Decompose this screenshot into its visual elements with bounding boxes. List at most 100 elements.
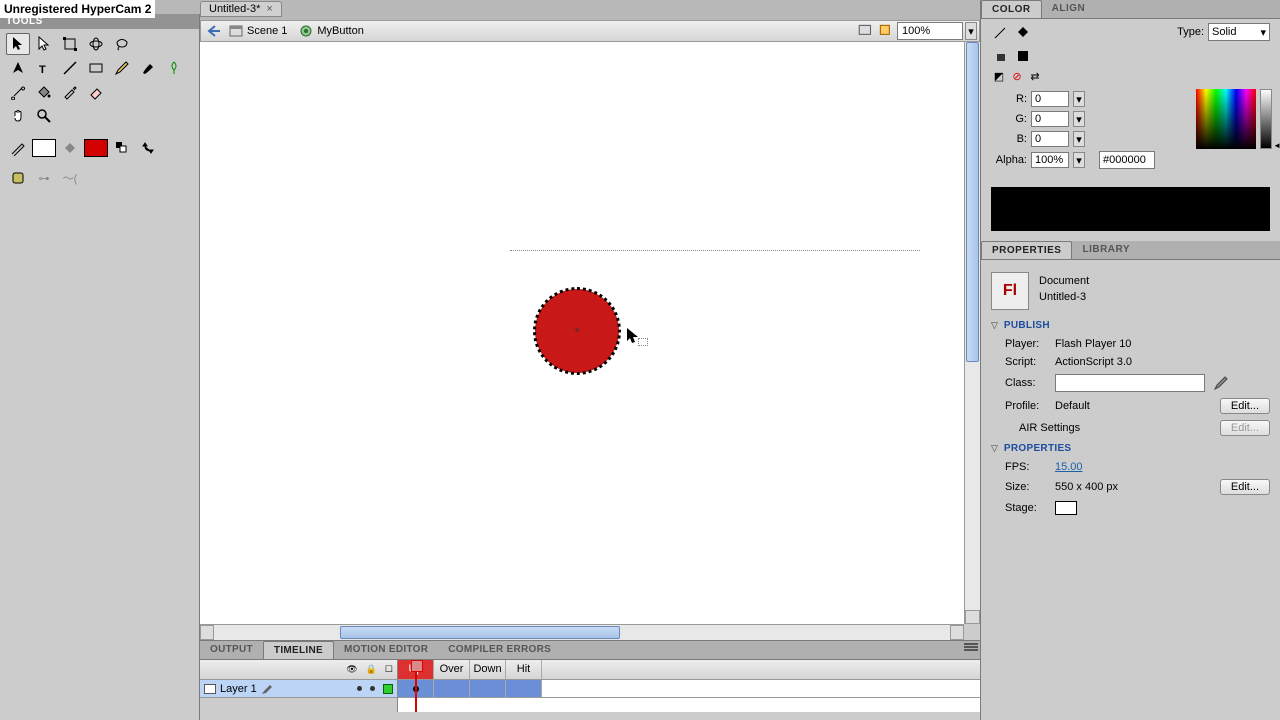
r-input[interactable] — [1031, 91, 1069, 107]
state-down[interactable]: Down — [470, 660, 506, 679]
smooth-icon[interactable]: 〜( — [58, 167, 82, 189]
edit-class-icon[interactable] — [1213, 375, 1229, 391]
color-chip-icon[interactable] — [1013, 47, 1033, 65]
circle-shape[interactable] — [535, 289, 619, 373]
layer-row[interactable]: Layer 1 — [200, 680, 397, 698]
alpha-stepper[interactable]: ▾ — [1073, 152, 1085, 168]
pen-tool[interactable] — [6, 57, 30, 79]
pencil-icon — [261, 683, 273, 695]
scrollbar-thumb[interactable] — [966, 42, 979, 362]
playhead[interactable] — [415, 660, 417, 712]
swap-icon[interactable]: ⇄ — [1027, 69, 1043, 83]
edit-scene-icon[interactable] — [857, 22, 875, 40]
panel-options-icon[interactable] — [964, 643, 978, 653]
stage-color-swatch[interactable] — [1055, 501, 1077, 515]
lasso-tool[interactable] — [110, 33, 134, 55]
outline-icon[interactable]: ☐ — [385, 664, 393, 675]
stroke-color-swatch[interactable] — [32, 139, 56, 157]
tab-timeline[interactable]: TIMELINE — [263, 641, 334, 659]
zoom-dropdown[interactable]: ▾ — [965, 22, 977, 40]
b-stepper[interactable]: ▾ — [1073, 131, 1085, 147]
properties-section-header[interactable]: ▽PROPERTIES — [991, 439, 1270, 458]
frame-hit[interactable] — [506, 680, 542, 697]
horizontal-scrollbar[interactable] — [200, 624, 964, 640]
b-input[interactable] — [1031, 131, 1069, 147]
state-hit[interactable]: Hit — [506, 660, 542, 679]
deco-tool[interactable] — [162, 57, 186, 79]
g-label: G: — [991, 113, 1027, 125]
tab-properties[interactable]: PROPERTIES — [981, 241, 1072, 259]
brush-tool[interactable] — [136, 57, 160, 79]
selection-tool[interactable] — [6, 33, 30, 55]
stage[interactable] — [200, 42, 964, 624]
lock-dot[interactable] — [370, 686, 375, 691]
tab-motion-editor[interactable]: MOTION EDITOR — [334, 641, 438, 659]
eyedropper-tool[interactable] — [58, 81, 82, 103]
bone-tool[interactable] — [6, 81, 30, 103]
r-stepper[interactable]: ▾ — [1073, 91, 1085, 107]
frame-down[interactable] — [470, 680, 506, 697]
breadcrumb-scene[interactable]: Scene 1 — [223, 24, 293, 38]
stroke-color-icon[interactable] — [6, 137, 30, 159]
vertical-scrollbar[interactable] — [964, 42, 980, 624]
tab-compiler-errors[interactable]: COMPILER ERRORS — [438, 641, 561, 659]
tab-color[interactable]: COLOR — [981, 0, 1042, 18]
scrollbar-thumb[interactable] — [340, 626, 620, 639]
scroll-down-button[interactable] — [965, 610, 980, 624]
edit-size-button[interactable]: Edit... — [1220, 479, 1270, 495]
hand-tool[interactable] — [6, 105, 30, 127]
rectangle-tool[interactable] — [84, 57, 108, 79]
publish-section-header[interactable]: ▽PUBLISH — [991, 316, 1270, 335]
edit-symbols-icon[interactable] — [877, 22, 895, 40]
zoom-tool[interactable] — [32, 105, 56, 127]
timeline-frames[interactable]: Up Over Down Hit — [398, 660, 980, 712]
tab-align[interactable]: ALIGN — [1042, 0, 1096, 18]
brightness-slider[interactable] — [1260, 89, 1272, 149]
subselection-tool[interactable] — [32, 33, 56, 55]
tab-output[interactable]: OUTPUT — [200, 641, 263, 659]
back-button[interactable] — [205, 23, 223, 39]
no-color-icon[interactable]: ⊘ — [1009, 69, 1025, 83]
ink-bottle-icon[interactable] — [991, 47, 1011, 65]
alpha-label: Alpha: — [991, 154, 1027, 166]
lock-icon[interactable]: 🔒 — [366, 664, 377, 675]
black-white-icon[interactable] — [110, 137, 134, 159]
visibility-dot[interactable] — [357, 686, 362, 691]
paint-bucket-tool[interactable] — [32, 81, 56, 103]
snap-icon[interactable]: ⊶ — [32, 167, 56, 189]
layer-name: Layer 1 — [220, 683, 257, 695]
g-input[interactable] — [1031, 111, 1069, 127]
hex-input[interactable] — [1099, 151, 1155, 169]
line-tool[interactable] — [58, 57, 82, 79]
close-icon[interactable]: × — [266, 3, 272, 15]
document-tab[interactable]: Untitled-3* × — [200, 1, 282, 17]
fill-type-select[interactable]: Solid▾ — [1208, 23, 1270, 41]
scroll-left-button[interactable] — [200, 625, 214, 640]
text-tool[interactable]: T — [32, 57, 56, 79]
options-icon[interactable] — [6, 167, 30, 189]
fill-color-icon[interactable] — [58, 137, 82, 159]
swap-colors-icon[interactable] — [136, 137, 160, 159]
outline-color[interactable] — [383, 684, 393, 694]
alpha-input[interactable] — [1031, 152, 1069, 168]
edit-profile-button[interactable]: Edit... — [1220, 398, 1270, 414]
bw-toggle-icon[interactable]: ◩ — [991, 69, 1007, 83]
zoom-input[interactable] — [897, 22, 963, 40]
free-transform-tool[interactable] — [58, 33, 82, 55]
pencil-tool[interactable] — [110, 57, 134, 79]
3d-rotation-tool[interactable] — [84, 33, 108, 55]
tab-library[interactable]: LIBRARY — [1072, 241, 1140, 259]
fps-value[interactable]: 15.00 — [1055, 461, 1083, 473]
breadcrumb-symbol[interactable]: MyButton — [293, 24, 369, 38]
color-spectrum[interactable] — [1196, 89, 1256, 149]
state-over[interactable]: Over — [434, 660, 470, 679]
class-input[interactable] — [1055, 374, 1205, 392]
eraser-tool[interactable] — [84, 81, 108, 103]
stroke-pencil-icon[interactable] — [991, 23, 1011, 41]
g-stepper[interactable]: ▾ — [1073, 111, 1085, 127]
fill-bucket-icon[interactable] — [1013, 23, 1033, 41]
scroll-right-button[interactable] — [950, 625, 964, 640]
visibility-icon[interactable]: 👁 — [346, 664, 357, 675]
frame-over[interactable] — [434, 680, 470, 697]
fill-color-swatch[interactable] — [84, 139, 108, 157]
